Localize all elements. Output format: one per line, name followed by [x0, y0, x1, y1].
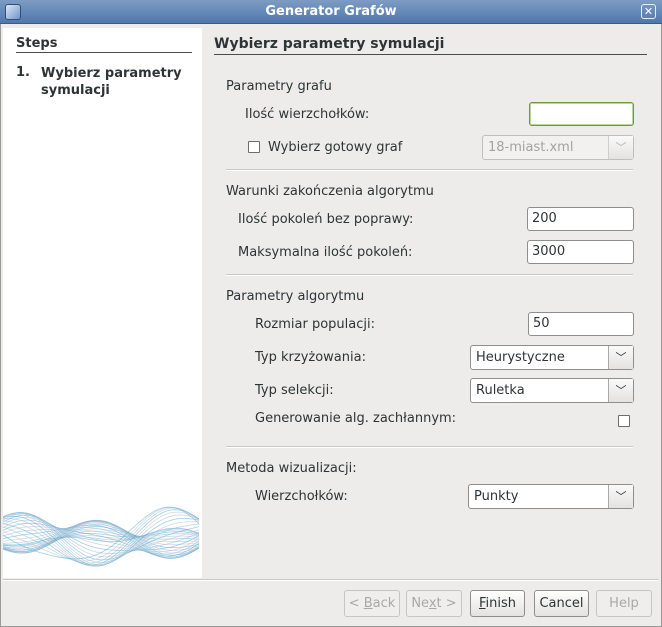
stop-conditions-header: Warunki zakończenia algorytmu: [226, 184, 434, 199]
population-input[interactable]: 50: [528, 312, 634, 336]
page-title: Wybierz parametry symulacji: [214, 36, 647, 55]
help-button[interactable]: Help: [596, 590, 652, 617]
crossover-label: Typ krzyżowania:: [255, 350, 366, 365]
vertex-count-label: Ilość wierzchołków:: [245, 107, 370, 122]
ready-graph-label: Wybierz gotowy graf: [268, 140, 403, 155]
finish-button[interactable]: Finish: [470, 590, 525, 617]
next-button-label: Ne: [411, 596, 429, 611]
back-button-label: <: [348, 596, 364, 611]
ready-graph-select: 18-miast.xml ﹀: [482, 135, 634, 160]
footer-separator: [3, 579, 659, 581]
gens-no-improvement-label: Ilość pokoleń bez poprawy:: [238, 212, 414, 227]
algorithm-params-header: Parametry algorytmu: [226, 289, 365, 304]
back-button-mnemonic: B: [363, 596, 373, 611]
gens-no-improvement-input[interactable]: 200: [527, 207, 634, 231]
population-label: Rozmiar populacji:: [255, 317, 375, 332]
visualization-header: Metoda wizualizacji:: [226, 461, 357, 476]
chevron-down-icon: ﹀: [608, 136, 633, 159]
next-button-mnemonic: x: [428, 596, 437, 611]
separator: [226, 169, 633, 171]
steps-title: Steps: [16, 36, 192, 53]
waves-decoration: [3, 506, 200, 567]
chevron-down-icon[interactable]: ﹀: [608, 379, 633, 402]
max-gens-input[interactable]: 3000: [527, 240, 634, 264]
vertices-visualization-label: Wierzchołków:: [255, 489, 348, 504]
greedy-checkbox[interactable]: [618, 415, 630, 427]
max-gens-label: Maksymalna ilość pokoleń:: [238, 245, 413, 260]
close-icon[interactable]: ✕: [641, 4, 656, 19]
step-number: 1.: [16, 65, 30, 80]
back-button-label-rest: ack: [372, 596, 396, 611]
selection-select[interactable]: Ruletka ﹀: [470, 378, 634, 403]
ready-graph-select-value: 18-miast.xml: [488, 140, 574, 155]
window-title: Generator Grafów: [265, 4, 397, 19]
greedy-label: Generowanie alg. zachłannym:: [255, 411, 457, 426]
chevron-down-icon[interactable]: ﹀: [608, 485, 633, 508]
crossover-select[interactable]: Heurystyczne ﹀: [470, 345, 634, 370]
crossover-select-value: Heurystyczne: [476, 350, 565, 365]
separator: [226, 446, 633, 448]
finish-button-label: inish: [485, 596, 517, 611]
chevron-down-icon[interactable]: ﹀: [608, 346, 633, 369]
vertex-count-input[interactable]: [529, 102, 634, 126]
vertices-visualization-select[interactable]: Punkty ﹀: [468, 484, 634, 509]
separator: [226, 274, 633, 276]
title-bar: Generator Grafów ✕: [0, 0, 662, 24]
selection-select-value: Ruletka: [476, 383, 525, 398]
steps-sidebar: Steps 1. Wybierz parametry symulacji: [3, 28, 202, 578]
graph-params-header: Parametry grafu: [226, 79, 332, 94]
selection-label: Typ selekcji:: [255, 383, 334, 398]
back-button[interactable]: < Back: [344, 590, 400, 617]
next-button-label-rest: t >: [436, 596, 457, 611]
vertices-visualization-value: Punkty: [474, 489, 519, 504]
cancel-button[interactable]: Cancel: [534, 590, 589, 617]
step-label: Wybierz parametry symulacji: [41, 66, 182, 98]
ready-graph-checkbox[interactable]: [248, 141, 260, 153]
next-button[interactable]: Next >: [406, 590, 462, 617]
